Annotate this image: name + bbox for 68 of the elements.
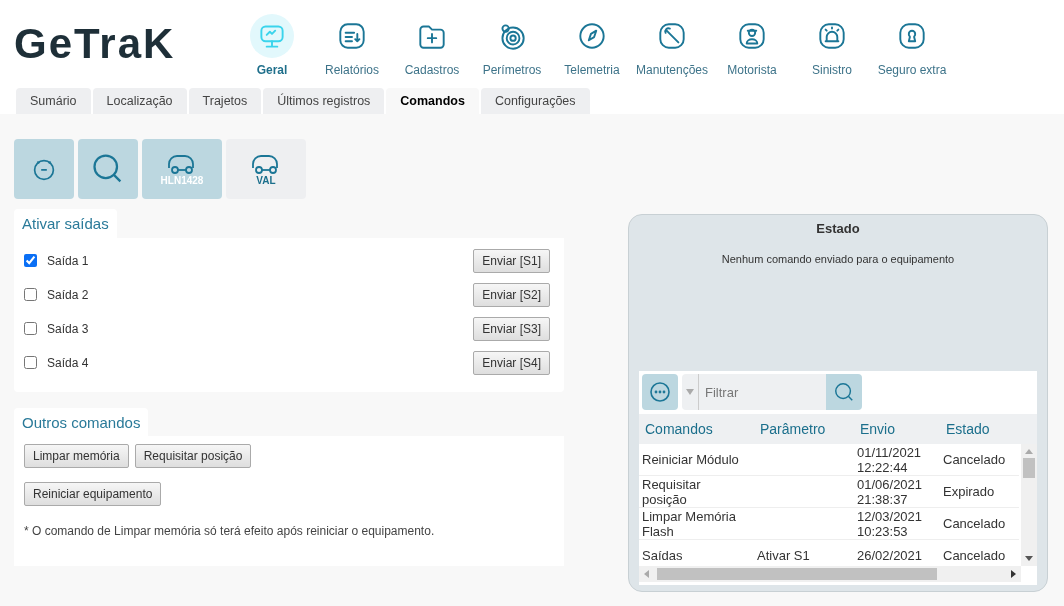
dropdown-caret-icon[interactable] xyxy=(686,389,694,395)
table-cell-text: Limpar Memória Flash xyxy=(641,508,737,539)
table-cell-text: 26/02/2021 xyxy=(856,548,924,563)
checkbox-label: Saída 2 xyxy=(47,286,90,304)
status-message: Nenhum comando enviado para o equipamento xyxy=(721,251,955,267)
horizontal-scrollbar[interactable] xyxy=(639,566,1021,582)
scrollbar-thumb[interactable] xyxy=(1023,458,1035,478)
table-cell-text: Cancelado xyxy=(942,516,1007,531)
timer-button[interactable] xyxy=(14,139,74,199)
send-button[interactable]: Enviar [S4] xyxy=(473,350,550,375)
column-header[interactable]: Envio xyxy=(854,418,940,440)
scroll-right-icon[interactable] xyxy=(1011,570,1016,578)
nav-item[interactable]: Motorista xyxy=(712,0,792,88)
tab[interactable]: Configurações xyxy=(480,88,590,114)
search-icon[interactable] xyxy=(826,374,862,410)
checkbox-label: Saída 1 xyxy=(47,252,90,270)
send-button[interactable]: Enviar [S2] xyxy=(473,282,550,307)
section-title: Outros comandos xyxy=(14,407,149,436)
checkbox-label: Saída 3 xyxy=(47,320,90,338)
nav-item[interactable]: Manutenções xyxy=(632,0,712,88)
note-text: * O comando de Limpar memória só terá efeito após reiniciar o equipamento. xyxy=(24,523,436,540)
table-cell-text: 01/11/2021 12:22:44 xyxy=(856,444,923,475)
checkbox-label: Saída 4 xyxy=(47,354,90,372)
command-button[interactable]: Requisitar posição xyxy=(134,444,252,468)
nav-item[interactable]: Sinistro xyxy=(792,0,872,88)
command-button[interactable]: Limpar memória xyxy=(24,444,129,468)
search-button[interactable] xyxy=(78,139,138,199)
tab[interactable]: Comandos xyxy=(386,88,479,114)
tab[interactable]: Trajetos xyxy=(188,88,262,114)
table-cell-text: Saídas xyxy=(641,548,684,563)
column-header[interactable]: Parâmetro xyxy=(754,418,854,440)
table-cell-text: Cancelado xyxy=(942,452,1007,467)
checkbox[interactable] xyxy=(24,288,37,301)
more-button[interactable] xyxy=(642,374,678,410)
table-cell-text: Requisitar posição xyxy=(641,476,702,507)
vehicle-button[interactable]: VAL xyxy=(226,139,306,199)
scroll-left-icon[interactable] xyxy=(644,570,649,578)
table-cell-text: Cancelado xyxy=(942,548,1007,563)
table-cell-text: Ativar S1 xyxy=(756,548,811,563)
column-header[interactable]: Estado xyxy=(940,418,1019,440)
checkbox[interactable] xyxy=(24,356,37,369)
tab[interactable]: Localização xyxy=(92,88,187,114)
panel-title: Estado xyxy=(816,220,860,238)
table-cell-text: 01/06/2021 21:38:37 xyxy=(856,476,924,507)
logo: GeTraK xyxy=(14,23,176,65)
nav-item[interactable]: Telemetria xyxy=(552,0,632,88)
checkbox[interactable] xyxy=(24,322,37,335)
nav-item[interactable]: Geral xyxy=(232,0,312,88)
more-icon xyxy=(648,380,672,404)
scroll-up-icon[interactable] xyxy=(1025,449,1033,454)
tab[interactable]: Sumário xyxy=(16,88,91,114)
checkbox[interactable] xyxy=(24,254,37,267)
column-header[interactable]: Comandos xyxy=(639,418,754,440)
table-cell-text: 12/03/2021 10:23:53 xyxy=(856,508,924,539)
send-button[interactable]: Enviar [S1] xyxy=(473,248,550,273)
nav-item[interactable]: Seguro extra xyxy=(872,0,952,88)
section-title: Ativar saídas xyxy=(14,209,117,238)
scroll-down-icon[interactable] xyxy=(1025,556,1033,561)
scrollbar-thumb[interactable] xyxy=(657,568,937,580)
tab[interactable]: Últimos registros xyxy=(263,88,385,114)
send-button[interactable]: Enviar [S3] xyxy=(473,316,550,341)
table-cell-text: Reiniciar Módulo xyxy=(641,452,740,467)
vertical-scrollbar[interactable] xyxy=(1021,444,1037,566)
nav-item[interactable]: Perímetros xyxy=(472,0,552,88)
command-button[interactable]: Reiniciar equipamento xyxy=(24,482,162,506)
nav-item[interactable]: Relatórios xyxy=(312,0,392,88)
nav-item[interactable]: Cadastros xyxy=(392,0,472,88)
table-cell-text: Expirado xyxy=(942,484,996,499)
